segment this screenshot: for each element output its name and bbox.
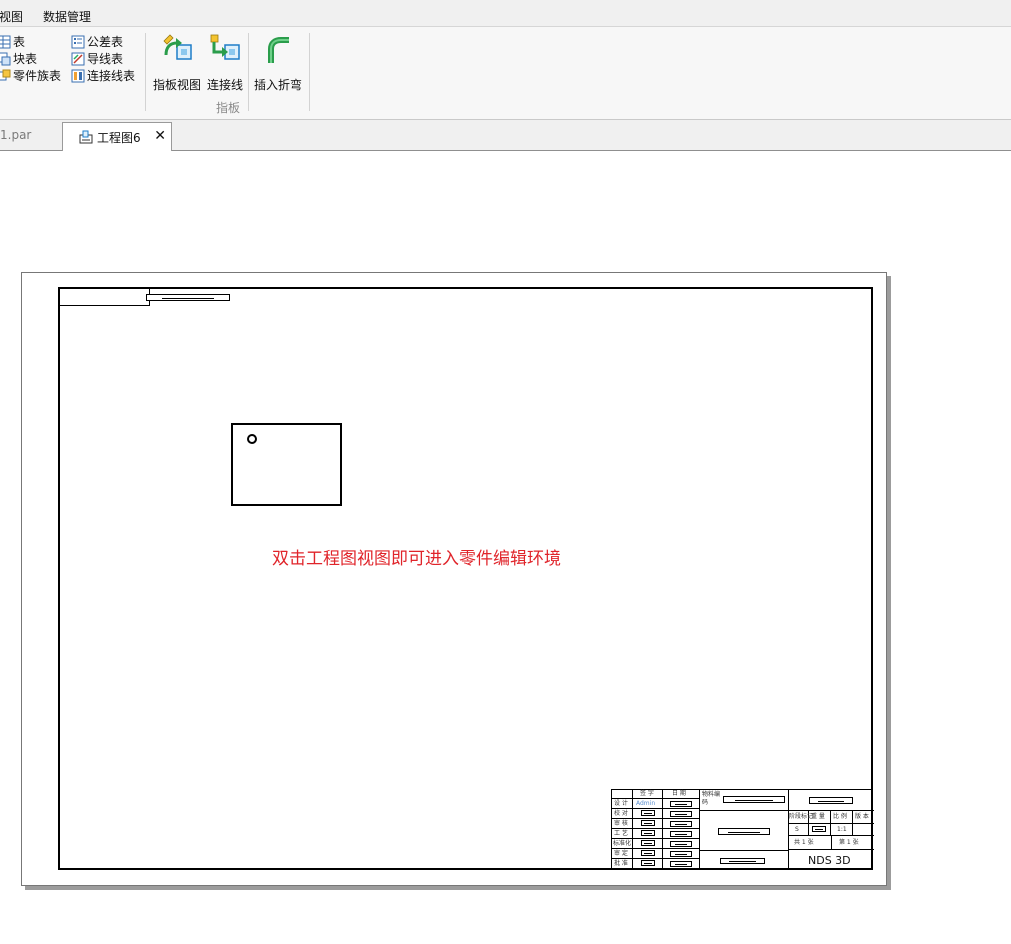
table-icon xyxy=(0,35,11,49)
menu-view[interactable]: 视图 xyxy=(0,8,23,25)
tb-standard-label: 标准化 xyxy=(613,840,632,847)
ribbon-separator xyxy=(248,33,249,111)
menu-bar: 视图 数据管理 xyxy=(0,0,1011,27)
tb-stage-mark-label: 阶段标记 xyxy=(789,813,814,820)
insert-bend-label: 插入折弯 xyxy=(253,78,302,92)
title-block: 签 字 日 期 物料编码 设 计 Admin 校 对 审 核 工 艺 标准化 审… xyxy=(611,789,874,870)
tb-sign-label: 签 字 xyxy=(640,790,654,797)
tb-process-label: 工 艺 xyxy=(614,830,628,837)
connection-line-button[interactable]: 连接线 xyxy=(206,33,244,95)
tolerance-table-label: 公差表 xyxy=(87,35,124,49)
tb-material-code-label: 物料编码 xyxy=(702,791,721,806)
tb-placeholder xyxy=(641,850,655,856)
connection-table-label: 连接线表 xyxy=(87,69,136,83)
nailboard-group-label: 指板 xyxy=(216,101,241,115)
connection-table-icon xyxy=(71,69,85,83)
tb-check-label: 校 对 xyxy=(614,810,628,817)
tb-placeholder xyxy=(641,860,655,866)
close-icon[interactable]: ✕ xyxy=(154,128,166,144)
ribbon-separator xyxy=(145,33,146,111)
tolerance-table-icon xyxy=(71,35,85,49)
tb-weight-placeholder xyxy=(812,826,826,832)
tb-placeholder xyxy=(670,811,692,817)
menu-data-management[interactable]: 数据管理 xyxy=(43,8,91,25)
connection-table-button[interactable]: 连接线表 xyxy=(71,67,135,84)
part-family-table-button[interactable]: 零件族表 xyxy=(0,67,61,84)
block-table-label: 块表 xyxy=(13,52,38,66)
tb-placeholder xyxy=(641,820,655,826)
hint-text: 双击工程图视图即可进入零件编辑环境 xyxy=(272,549,561,569)
tb-stage-value: S xyxy=(795,826,799,833)
tb-approve-label: 批 准 xyxy=(614,860,628,867)
document-tab-bar: 1.par 工程图6 ✕ xyxy=(0,120,1011,151)
tb-placeholder xyxy=(641,840,655,846)
tb-company-code-placeholder xyxy=(809,797,853,804)
insert-bend-button[interactable]: 插入折弯 xyxy=(253,33,303,95)
tb-placeholder xyxy=(670,861,692,867)
drawing-sheet[interactable]: 双击工程图视图即可进入零件编辑环境 签 字 日 期 物料编码 设 计 Admin… xyxy=(21,272,887,886)
nailboard-view-button[interactable]: 指板视图 xyxy=(153,33,201,95)
tb-design-value: Admin xyxy=(636,800,656,807)
tb-placeholder xyxy=(670,841,692,847)
table-label: 表 xyxy=(13,35,26,49)
drawing-frame: 双击工程图视图即可进入零件编辑环境 签 字 日 期 物料编码 设 计 Admin… xyxy=(58,287,874,870)
tb-material-code-placeholder xyxy=(723,796,785,803)
tab-part-file[interactable]: 1.par xyxy=(0,128,31,142)
tb-version-label: 版 本 xyxy=(855,813,869,820)
tb-design-label: 设 计 xyxy=(614,800,628,807)
drawing-canvas[interactable]: 双击工程图视图即可进入零件编辑环境 签 字 日 期 物料编码 设 计 Admin… xyxy=(0,151,1011,944)
tb-placeholder xyxy=(670,851,692,857)
tb-placeholder xyxy=(641,830,655,836)
nailboard-view-icon xyxy=(160,33,194,67)
tb-scale-value: 1:1 xyxy=(837,826,847,833)
tab-drawing-6[interactable]: 工程图6 ✕ xyxy=(62,122,172,151)
tb-drawing-number-placeholder xyxy=(720,858,765,864)
nailboard-view-label: 指板视图 xyxy=(153,78,202,92)
wire-table-button[interactable]: 导线表 xyxy=(71,50,123,67)
tb-placeholder xyxy=(670,821,692,827)
drawing-code-placeholder xyxy=(146,294,230,301)
tb-sheet-num-label: 第 1 张 xyxy=(839,839,859,846)
tb-review-label: 审 核 xyxy=(614,820,628,827)
ribbon-separator xyxy=(309,33,310,111)
tb-placeholder xyxy=(670,801,692,807)
drawing-view[interactable] xyxy=(231,423,342,506)
tb-audit-label: 审 定 xyxy=(614,850,628,857)
wire-table-label: 导线表 xyxy=(87,52,124,66)
block-table-button[interactable]: 块表 xyxy=(0,50,37,67)
tab-drawing-6-label: 工程图6 xyxy=(97,130,141,145)
table-button[interactable]: 表 xyxy=(0,33,25,50)
tb-weight-label: 重 量 xyxy=(811,813,825,820)
part-family-table-label: 零件族表 xyxy=(13,69,62,83)
connection-line-label: 连接线 xyxy=(206,78,243,92)
tb-placeholder xyxy=(670,831,692,837)
drawing-doc-icon xyxy=(79,130,93,144)
block-table-icon xyxy=(0,52,11,66)
ribbon: 表 块表 零件族表 公差表 导线表 连接线表 指板视图 连接线 插入折弯 指板 xyxy=(0,27,1011,120)
insert-bend-icon xyxy=(261,33,295,67)
tolerance-table-button[interactable]: 公差表 xyxy=(71,33,123,50)
tb-sheet-total-label: 共 1 张 xyxy=(794,839,814,846)
tb-placeholder xyxy=(641,810,655,816)
view-hole-circle xyxy=(247,434,257,444)
tb-scale-label: 比 例 xyxy=(833,813,847,820)
tb-drawing-name-placeholder xyxy=(718,828,770,835)
tb-company: NDS 3D xyxy=(808,854,851,867)
tb-date-label: 日 期 xyxy=(672,790,686,797)
part-family-table-icon xyxy=(0,69,11,83)
connection-line-icon xyxy=(208,33,242,67)
wire-table-icon xyxy=(71,52,85,66)
drawing-code-box xyxy=(60,289,150,306)
